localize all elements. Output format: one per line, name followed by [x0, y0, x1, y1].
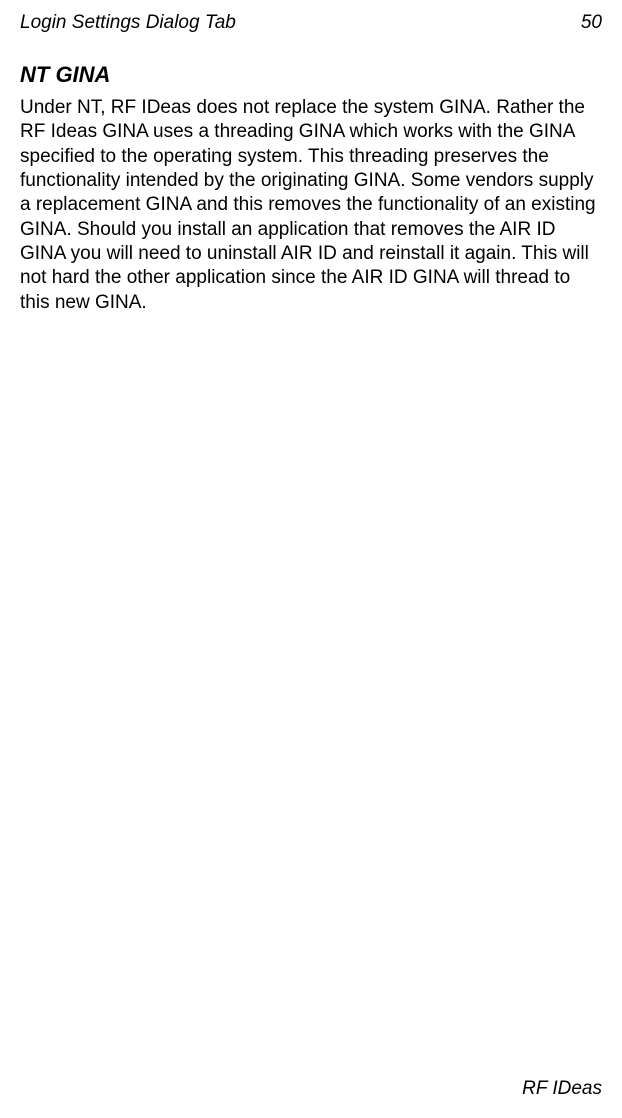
footer-text: RF IDeas: [522, 1078, 602, 1100]
header-title: Login Settings Dialog Tab: [20, 12, 236, 34]
body-paragraph: Under NT, RF IDeas does not replace the …: [20, 96, 602, 315]
page-number: 50: [581, 12, 602, 34]
page-header: Login Settings Dialog Tab 50: [20, 12, 602, 34]
section-title: NT GINA: [20, 62, 602, 88]
